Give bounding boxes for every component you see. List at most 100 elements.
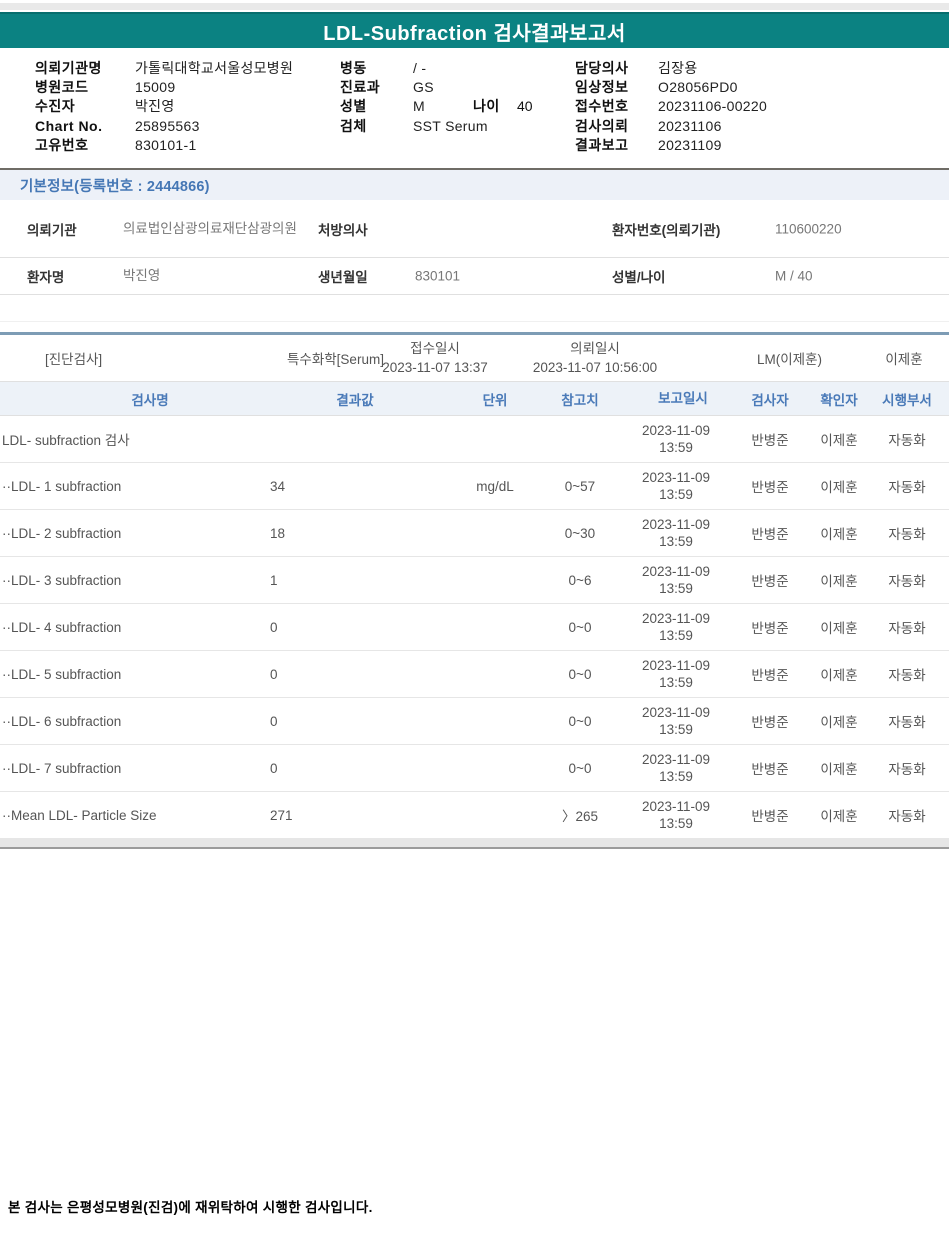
patient-header-right-column: 담당의사 김장용 임상정보 O28056PD0 접수번호 20231106-00… [575,58,767,155]
field-value: SST Serum [413,118,488,134]
report-datetime-cell: 2023-11-09 13:59 [625,516,727,550]
report-time: 13:59 [625,580,727,597]
confirmer-cell: 이제훈 [813,805,865,825]
confirmer-cell: 이제훈 [813,476,865,496]
field-value: 15009 [135,79,175,95]
result-row: ··LDL- 5 subfraction 0 0~0 2023-11-09 13… [0,651,949,698]
order-lm-staff: LM(이제훈) [737,348,842,368]
column-header-result: 결과값 [230,389,455,409]
report-datetime-cell: 2023-11-09 13:59 [625,798,727,832]
report-datetime-cell: 2023-11-09 13:59 [625,422,727,456]
field-value: 김장용 [658,58,698,78]
test-name-cell: ··LDL- 2 subfraction [0,526,230,541]
patient-header-field: 병원코드 15009 [35,77,293,96]
report-date: 2023-11-09 [625,704,727,721]
report-date: 2023-11-09 [625,610,727,627]
field-value: 830101-1 [135,137,197,153]
results-table-header: 검사명 결과값 단위 참고치 보고일시 검사자 확인자 시행부서 [0,382,949,416]
basic-info-section-header: 기본정보(등록번호 : 2444866) [0,168,949,200]
test-name-cell: ··LDL- 1 subfraction [0,479,230,494]
results-table-body: LDL- subfraction 검사 2023-11-09 13:59 반병준… [0,416,949,839]
reference-range-cell: 0~0 [535,714,625,729]
department-cell: 자동화 [865,429,949,449]
result-row: ··Mean LDL- Particle Size 271 〉265 2023-… [0,792,949,839]
patient-header-field: 결과보고 20231109 [575,136,767,155]
report-date: 2023-11-09 [625,563,727,580]
result-row: ··LDL- 1 subfraction 34 mg/dL 0~57 2023-… [0,463,949,510]
reference-range-cell: 〉265 [535,805,625,825]
field-value: M [413,98,425,114]
result-row: LDL- subfraction 검사 2023-11-09 13:59 반병준… [0,416,949,463]
department-cell: 자동화 [865,523,949,543]
field-value: M / 40 [775,269,813,284]
patient-header-left-column: 의뢰기관명 가톨릭대학교서울성모병원 병원코드 15009 수진자 박진영 Ch… [35,58,293,155]
confirmer-cell: 이제훈 [813,758,865,778]
column-header-test-name: 검사명 [0,389,230,409]
test-name-cell: ··LDL- 7 subfraction [0,761,230,776]
patient-header-field: Chart No. 25895563 [35,116,293,135]
test-name-cell: ··LDL- 4 subfraction [0,620,230,635]
patient-header-field: 임상정보 O28056PD0 [575,77,767,96]
field-label: 접수번호 [575,96,658,116]
basic-info-row-1: 의뢰기관 의료법인삼광의료재단삼광의원 처방의사 환자번호(의뢰기관) 1106… [0,200,949,258]
report-datetime-cell: 2023-11-09 13:59 [625,657,727,691]
department-cell: 자동화 [865,758,949,778]
column-header-reference: 참고치 [535,389,625,409]
reference-range-cell: 0~0 [535,667,625,682]
field-value: 20231106-00220 [658,98,767,114]
request-value: 2023-11-07 10:56:00 [515,358,675,377]
field-label: 고유번호 [35,135,135,155]
department-cell: 자동화 [865,476,949,496]
confirmer-cell: 이제훈 [813,429,865,449]
report-title: LDL-Subfraction 검사결과보고서 [323,17,626,46]
unit-cell: mg/dL [455,479,535,494]
order-department: [진단검사] [45,348,102,368]
field-label: 결과보고 [575,135,658,155]
department-cell: 자동화 [865,805,949,825]
request-datetime: 의뢰일시 2023-11-07 10:56:00 [515,339,675,377]
result-value-cell: 0 [230,620,455,635]
column-header-tester: 검사자 [727,389,813,409]
test-name-cell: ··LDL- 6 subfraction [0,714,230,729]
table-end-band [0,839,949,849]
patient-header-field: 접수번호 20231106-00220 [575,97,767,116]
reference-range-cell: 0~6 [535,573,625,588]
result-row: ··LDL- 6 subfraction 0 0~0 2023-11-09 13… [0,698,949,745]
patient-header-field: 성별 M 나이 40 [340,97,488,116]
reference-range-cell: 0~0 [535,761,625,776]
department-cell: 자동화 [865,570,949,590]
report-datetime-cell: 2023-11-09 13:59 [625,469,727,503]
report-time: 13:59 [625,768,727,785]
field-label: 병원코드 [35,77,135,97]
field-label: 처방의사 [318,219,368,239]
report-time: 13:59 [625,486,727,503]
report-date: 2023-11-09 [625,751,727,768]
field-label: 생년월일 [318,266,368,286]
test-name-cell: ··Mean LDL- Particle Size [0,808,230,823]
order-confirmer: 이제훈 [858,348,949,368]
field-value: 830101 [415,269,460,284]
test-name-cell: ··LDL- 5 subfraction [0,667,230,682]
report-datetime-cell: 2023-11-09 13:59 [625,751,727,785]
order-info-row: [진단검사] 특수화학[Serum] 접수일시 2023-11-07 13:37… [0,332,949,382]
report-datetime-cell: 2023-11-09 13:59 [625,610,727,644]
report-date: 2023-11-09 [625,798,727,815]
tester-cell: 반병준 [727,711,813,731]
field-label: 임상정보 [575,77,658,97]
patient-header-field: 검사의뢰 20231106 [575,116,767,135]
tester-cell: 반병준 [727,570,813,590]
section-gap [0,295,949,322]
reference-range-cell: 0~0 [535,620,625,635]
section-gap [0,322,949,332]
department-cell: 자동화 [865,664,949,684]
reference-range-cell: 0~30 [535,526,625,541]
report-date: 2023-11-09 [625,516,727,533]
report-time: 13:59 [625,627,727,644]
tester-cell: 반병준 [727,664,813,684]
confirmer-cell: 이제훈 [813,664,865,684]
report-date: 2023-11-09 [625,422,727,439]
field-value: 가톨릭대학교서울성모병원 [135,58,293,78]
reference-range-cell: 0~57 [535,479,625,494]
result-row: ··LDL- 4 subfraction 0 0~0 2023-11-09 13… [0,604,949,651]
patient-header-field: 의뢰기관명 가톨릭대학교서울성모병원 [35,58,293,77]
